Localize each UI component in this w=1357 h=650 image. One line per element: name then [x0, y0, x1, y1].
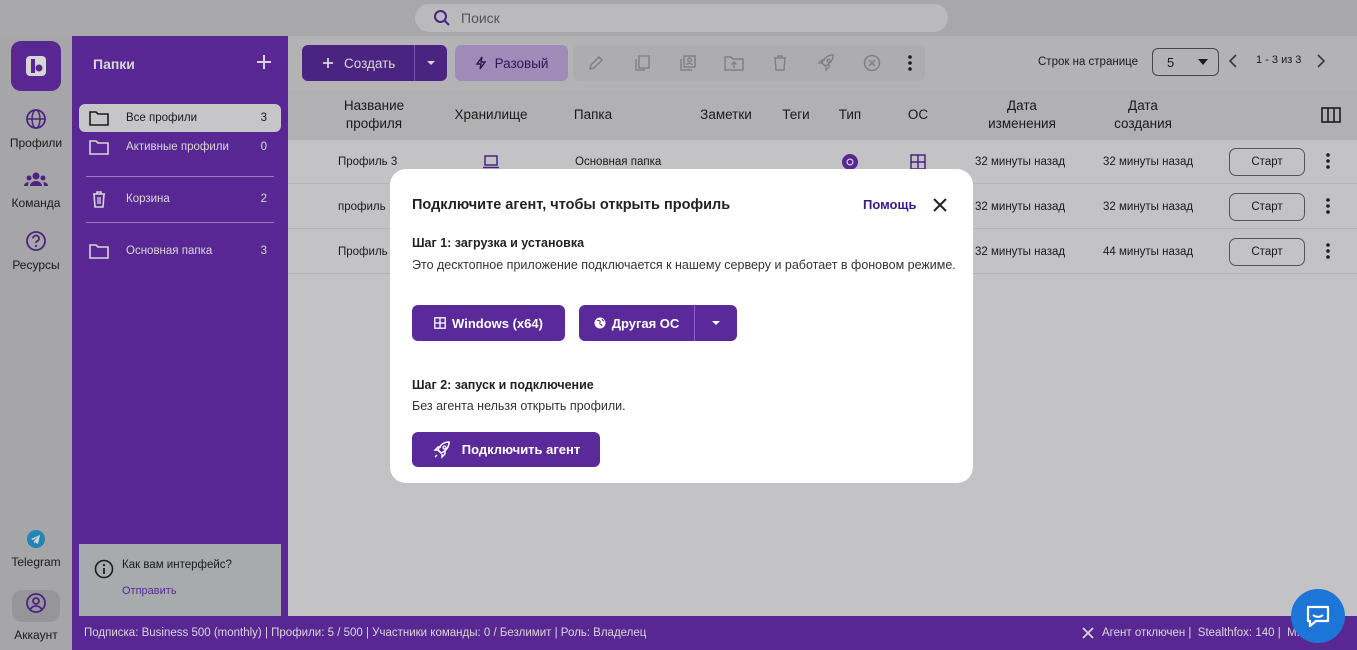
- step2-title: Шаг 2: запуск и подключение: [412, 378, 594, 392]
- connect-agent-button[interactable]: Подключить агент: [412, 432, 600, 467]
- globe-icon: [594, 317, 606, 329]
- step1-title: Шаг 1: загрузка и установка: [412, 236, 585, 250]
- connect-agent-label: Подключить агент: [461, 442, 581, 457]
- step2-description: Без агента нельзя открыть профили.: [412, 399, 626, 413]
- caret-down-icon: [712, 321, 720, 325]
- chat-bubble-icon: [1306, 605, 1330, 628]
- close-icon[interactable]: [932, 197, 948, 213]
- support-chat-button[interactable]: [1291, 589, 1345, 643]
- help-link[interactable]: Помощь: [863, 197, 916, 212]
- windows-label: Windows (x64): [452, 315, 543, 331]
- download-windows-button[interactable]: Windows (x64): [412, 305, 565, 341]
- connect-agent-dialog: Подключите агент, чтобы открыть профиль …: [390, 169, 973, 483]
- rocket-icon: [433, 440, 450, 459]
- dialog-title: Подключите агент, чтобы открыть профиль: [412, 197, 731, 213]
- download-other-os-button[interactable]: Другая ОС: [579, 305, 737, 341]
- windows-icon: [434, 317, 446, 329]
- other-os-dropdown-button[interactable]: [695, 320, 737, 326]
- other-os-main[interactable]: Другая ОС: [579, 316, 694, 331]
- other-os-label: Другая ОС: [611, 315, 680, 331]
- step1-description: Это десктопное приложение подключается к…: [412, 258, 956, 272]
